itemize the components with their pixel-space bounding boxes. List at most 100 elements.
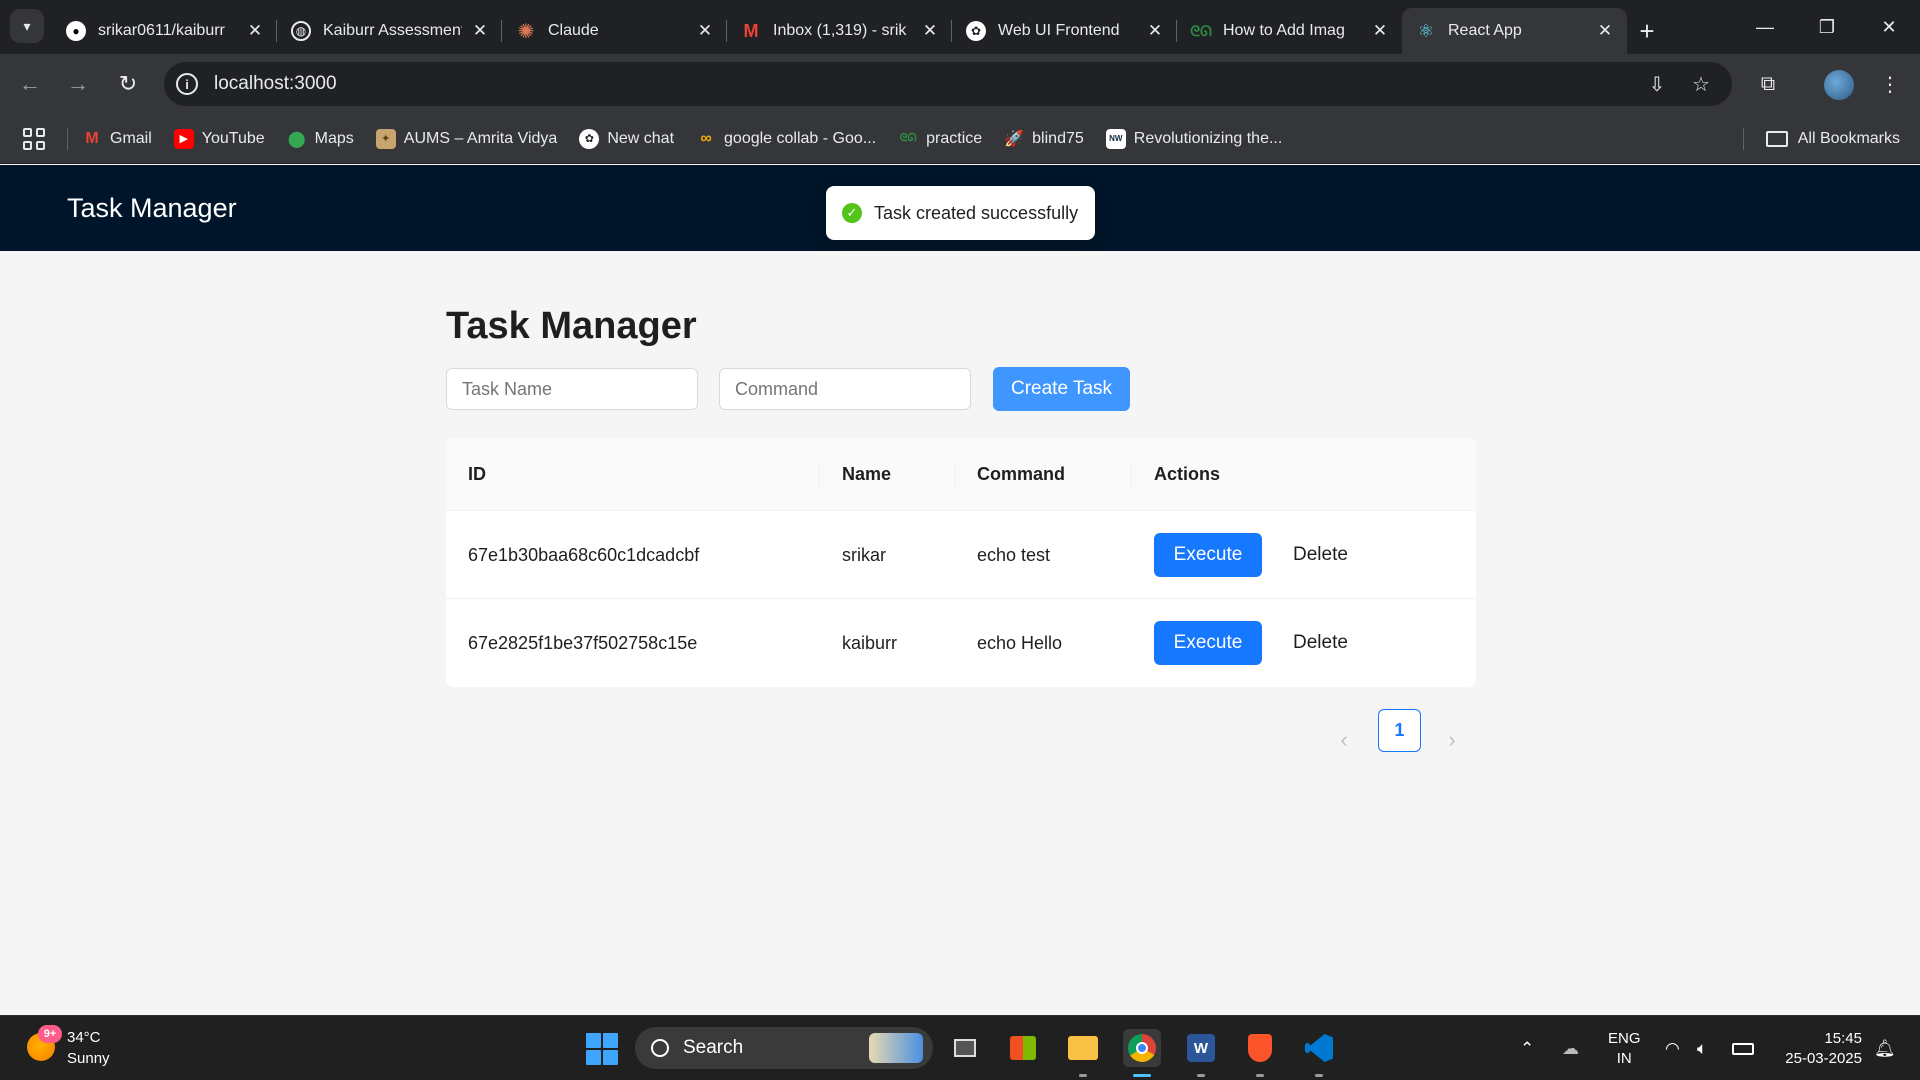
tab-list: ● srikar0611/kaiburr ✕ ◍ Kaiburr Assessm… (52, 8, 1667, 54)
pagination-prev-icon[interactable]: ‹ (1324, 719, 1364, 761)
weather-temperature[interactable]: 34°C (67, 1029, 101, 1046)
forward-arrow-icon[interactable]: → (60, 66, 96, 102)
bookmark-aums[interactable]: ✦ AUMS – Amrita Vidya (375, 128, 557, 149)
browser-tab-strip: ▾ ● srikar0611/kaiburr ✕ ◍ Kaiburr Asses… (0, 0, 1920, 54)
bookmark-revolutionizing[interactable]: NW Revolutionizing the... (1105, 128, 1282, 149)
system-clock[interactable]: 15:45 25-03-2025 (1776, 1029, 1862, 1069)
github-icon: ● (66, 21, 86, 41)
microsoft-store-icon[interactable] (1004, 1029, 1042, 1067)
input-language[interactable]: ENG IN (1608, 1029, 1641, 1069)
address-bar[interactable]: i localhost:3000 ⇩ ☆ (164, 62, 1732, 106)
restore-icon[interactable]: ❐ (1796, 0, 1858, 54)
extensions-icon[interactable]: ⧉ (1750, 66, 1786, 102)
site-info-icon[interactable]: i (176, 73, 198, 95)
file-explorer-icon[interactable] (1064, 1029, 1102, 1067)
delete-button[interactable]: Delete (1293, 621, 1348, 665)
task-name-input[interactable] (446, 368, 698, 410)
create-task-button[interactable]: Create Task (993, 367, 1130, 411)
word-icon[interactable]: W (1182, 1029, 1220, 1067)
delete-button[interactable]: Delete (1293, 533, 1348, 577)
show-hidden-icons-chevron-icon[interactable]: ⌃ (1520, 1016, 1534, 1080)
wifi-icon[interactable]: ◠ (1665, 1016, 1680, 1080)
app-brand-title: Task Manager (67, 193, 237, 223)
chatgpt-icon: ✿ (966, 21, 986, 41)
close-tab-icon[interactable]: ✕ (1595, 21, 1615, 41)
gfg-icon: ᘓᘏ (899, 132, 917, 144)
notification-badge: 9+ (38, 1025, 62, 1043)
tab-how-to-add-image[interactable]: ᘓᘏ How to Add Imag ✕ (1177, 8, 1402, 54)
tab-github[interactable]: ● srikar0611/kaiburr ✕ (52, 8, 277, 54)
onedrive-offline-icon[interactable]: ☁ (1562, 1016, 1579, 1080)
bookmarks-divider (67, 127, 68, 150)
pagination-next-icon[interactable]: › (1432, 719, 1472, 761)
back-arrow-icon[interactable]: ← (12, 66, 48, 102)
windows-taskbar: 9+ 34°C Sunny Search W ⌃ ☁ ENG IN ◠ 🔈︎ 1… (0, 1015, 1920, 1080)
react-icon: ⚛ (1417, 20, 1435, 41)
clock-time: 15:45 (1824, 1030, 1862, 1047)
tab-title: Inbox (1,319) - srik (773, 22, 907, 39)
close-tab-icon[interactable]: ✕ (695, 21, 715, 41)
battery-icon[interactable] (1732, 1016, 1754, 1080)
tab-react-app[interactable]: ⚛ React App ✕ (1402, 8, 1627, 54)
app-running-indicator (1315, 1074, 1323, 1077)
close-tab-icon[interactable]: ✕ (245, 21, 265, 41)
tab-web-ui-frontend[interactable]: ✿ Web UI Frontend ✕ (952, 8, 1177, 54)
taskbar-search[interactable]: Search (635, 1027, 933, 1069)
execute-button[interactable]: Execute (1154, 533, 1262, 577)
new-tab-button[interactable]: + (1627, 8, 1667, 54)
close-window-icon[interactable]: ✕ (1858, 0, 1920, 54)
gfg-icon: ᘓᘏ (1190, 22, 1212, 39)
task-name-cell: srikar (842, 544, 886, 565)
bookmark-new-chat[interactable]: ✿ New chat (579, 128, 674, 149)
command-input[interactable] (719, 368, 971, 410)
profile-avatar[interactable] (1824, 70, 1854, 100)
bookmark-blind75[interactable]: 🚀 blind75 (1004, 129, 1084, 149)
close-tab-icon[interactable]: ✕ (1145, 21, 1165, 41)
notifications-bell-icon[interactable]: 🔔︎ (1874, 1016, 1896, 1080)
check-circle-icon: ✓ (842, 203, 862, 223)
maps-icon: ⬤ (287, 130, 306, 148)
vscode-icon[interactable] (1300, 1029, 1338, 1067)
app-active-indicator (1133, 1074, 1151, 1077)
column-header-id: ID (468, 464, 486, 484)
bookmark-youtube[interactable]: ▶ YouTube (173, 128, 265, 149)
table-header: ID Name Command Actions (446, 438, 1476, 511)
rocket-icon: 🚀 (1004, 130, 1025, 148)
main-content: Task Manager Create Task ID Name Command… (0, 251, 1920, 1015)
brave-icon[interactable] (1241, 1029, 1279, 1067)
apps-grid-icon[interactable] (23, 127, 45, 150)
address-url[interactable]: localhost:3000 (214, 73, 337, 95)
table-row: 67e2825f1be37f502758c15e kaiburr echo He… (446, 599, 1476, 687)
close-tab-icon[interactable]: ✕ (920, 21, 940, 41)
install-app-icon[interactable]: ⇩ (1644, 71, 1670, 97)
task-name-cell: kaiburr (842, 632, 898, 653)
bookmark-maps[interactable]: ⬤ Maps (287, 129, 354, 149)
pagination-page-current[interactable]: 1 (1378, 709, 1421, 752)
execute-button[interactable]: Execute (1154, 621, 1262, 665)
bookmark-star-icon[interactable]: ☆ (1688, 71, 1714, 97)
bookmark-practice[interactable]: ᘓᘏ practice (898, 129, 982, 149)
youtube-icon: ▶ (173, 128, 194, 149)
search-icon (651, 1039, 669, 1057)
minimize-icon[interactable]: — (1734, 0, 1796, 54)
tab-search-chevron-icon[interactable]: ▾ (10, 9, 44, 43)
bookmark-gmail[interactable]: M Gmail (82, 129, 151, 149)
windows-start-icon[interactable] (586, 1033, 618, 1065)
column-divider (819, 462, 820, 488)
volume-icon[interactable]: 🔈︎ (1697, 1016, 1707, 1080)
close-tab-icon[interactable]: ✕ (470, 21, 490, 41)
reload-icon[interactable]: ↻ (110, 66, 146, 102)
tab-claude[interactable]: ✺ Claude ✕ (502, 8, 727, 54)
task-view-icon[interactable] (946, 1029, 984, 1067)
tab-gmail-inbox[interactable]: M Inbox (1,319) - srik ✕ (727, 8, 952, 54)
colab-icon: ∞ (700, 129, 712, 147)
weather-condition[interactable]: Sunny (67, 1050, 110, 1067)
tab-kaiburr-assessment[interactable]: ◍ Kaiburr Assessment ✕ (277, 8, 502, 54)
region-code: IN (1616, 1050, 1632, 1067)
menu-kebab-icon[interactable]: ⋮ (1872, 66, 1908, 102)
all-bookmarks-button[interactable]: All Bookmarks (1765, 114, 1900, 164)
chatgpt-icon: ✿ (579, 128, 600, 149)
chrome-icon[interactable] (1123, 1029, 1161, 1067)
bookmark-google-colab[interactable]: ∞ google collab - Goo... (696, 129, 876, 149)
close-tab-icon[interactable]: ✕ (1370, 21, 1390, 41)
